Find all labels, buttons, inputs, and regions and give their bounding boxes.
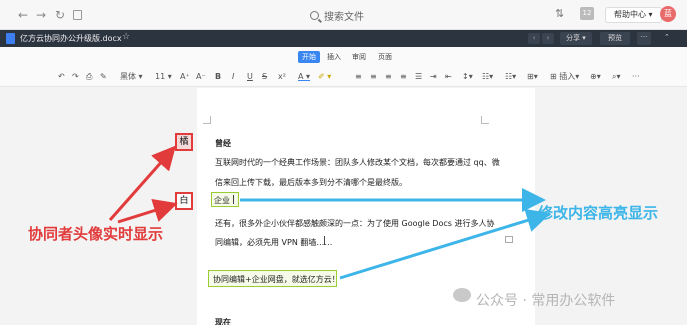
annotation-collaborator-avatars: 协同者头像实时显示 xyxy=(28,225,164,243)
highlighted-text: 协同编辑+企业网盘，就选亿方云！ xyxy=(213,275,340,284)
user-avatar[interactable]: 蓝 xyxy=(660,6,676,22)
print-icon[interactable]: ⎙ xyxy=(86,72,92,82)
line-spacing-icon[interactable]: ↕▾ xyxy=(462,72,473,82)
forward-icon[interactable]: → xyxy=(36,8,46,22)
font-value: 黑体 xyxy=(120,72,136,81)
document-title-bar: 亿方云协同办公升级版.docx ☆ ‹ › 分享 ▾ 预览 ··· ⌃ xyxy=(0,30,687,47)
search-icon xyxy=(310,11,319,20)
insert-menu[interactable]: ⊞ 插入▾ xyxy=(550,72,579,82)
preview-button[interactable]: 预览 xyxy=(600,32,630,45)
paragraph-line: 信来回上传下载，最后版本多到分不清哪个是最终版。 xyxy=(215,178,407,187)
annotation-highlight-changes: 修改内容高亮显示 xyxy=(538,204,659,222)
tab-home[interactable]: 开始 xyxy=(298,51,320,63)
heading-past: 曾经 xyxy=(215,139,231,148)
search-placeholder: 搜索文件 xyxy=(324,12,364,23)
highlighted-edit: 协同编辑+企业网盘，就选亿方云！ xyxy=(208,270,340,287)
align-justify-icon[interactable]: ≡ xyxy=(400,72,407,82)
align-right-icon[interactable]: ≡ xyxy=(385,72,392,82)
home-icon[interactable] xyxy=(73,10,82,20)
underline-icon[interactable]: U xyxy=(247,72,253,82)
highlight-color-icon[interactable]: ✐ ▾ xyxy=(318,72,331,82)
align-center-icon[interactable]: ≡ xyxy=(370,72,377,82)
margin-corner-top-right xyxy=(481,116,489,124)
more-button[interactable]: ··· xyxy=(637,32,651,45)
highlighted-text: 企业 xyxy=(214,196,230,205)
size-select[interactable]: 11 ▾ xyxy=(155,72,172,82)
size-value: 11 xyxy=(155,72,166,81)
word-doc-icon xyxy=(6,33,15,44)
font-select[interactable]: 黑体 ▾ xyxy=(120,72,143,82)
margin-corner-top-left xyxy=(203,116,211,124)
red-arrow xyxy=(108,145,176,221)
paragraph-line: 互联网时代的一个经典工作场景：团队多人修改某个文档，每次都要通过 qq、微 xyxy=(215,158,500,167)
refresh-icon[interactable]: ↻ xyxy=(55,8,65,22)
wechat-icon xyxy=(453,288,471,302)
share-label: 分享 xyxy=(566,34,580,42)
distributed-icon[interactable]: ☰ xyxy=(415,72,422,82)
paragraph-line: 同编辑，必须先用 VPN 翻墙…… xyxy=(215,238,333,247)
tab-review[interactable]: 审阅 xyxy=(348,51,370,63)
comment-icon[interactable] xyxy=(505,236,513,243)
collaborator-avatar[interactable]: 橘 xyxy=(175,133,193,151)
align-left-icon[interactable]: ≡ xyxy=(355,72,362,82)
redo-icon[interactable]: ↷ xyxy=(72,72,79,82)
bold-icon[interactable]: B xyxy=(215,72,221,82)
collapse-icon[interactable]: ⌃ xyxy=(664,33,670,41)
bullet-list-icon[interactable]: ☷▾ xyxy=(482,72,493,82)
undo-icon[interactable]: ↶ xyxy=(58,72,65,82)
table-icon[interactable]: ⊞▾ xyxy=(527,72,538,82)
document-title: 亿方云协同办公升级版.docx xyxy=(20,34,122,43)
ribbon-tabs: 开始 插入 审阅 页面 xyxy=(0,47,687,67)
red-arrow xyxy=(117,198,178,224)
superscript-icon[interactable]: x² xyxy=(278,72,286,82)
font-color-icon[interactable]: A ▾ xyxy=(298,72,310,82)
star-icon[interactable]: ☆ xyxy=(122,32,130,42)
browser-top-bar: ← → ↻ 搜索文件 ⇅ 12 帮助中心 ▾ 蓝 xyxy=(0,0,687,30)
shrink-font-icon[interactable]: A⁻ xyxy=(196,72,206,82)
search-input[interactable]: 搜索文件 xyxy=(310,8,364,23)
text-caret xyxy=(324,236,325,245)
strikethrough-icon[interactable]: S xyxy=(262,72,267,82)
tab-page[interactable]: 页面 xyxy=(374,51,396,63)
collaborator-avatar[interactable]: 白 xyxy=(175,192,193,210)
numbered-list-icon[interactable]: ☷▾ xyxy=(505,72,516,82)
italic-icon[interactable]: I xyxy=(232,72,234,82)
grow-font-icon[interactable]: A⁺ xyxy=(180,72,190,82)
notification-badge[interactable]: 12 xyxy=(580,7,594,20)
help-label: 帮助中心 xyxy=(614,10,646,19)
share-button[interactable]: 分享 ▾ xyxy=(560,32,592,45)
zoom-icon[interactable]: ⊕▾ xyxy=(590,72,601,82)
tab-insert[interactable]: 插入 xyxy=(323,51,345,63)
next-icon[interactable]: › xyxy=(542,33,554,44)
format-painter-icon[interactable]: ✎ xyxy=(100,72,107,82)
heading-now: 现在 xyxy=(215,318,231,325)
sort-icon[interactable]: ⇅ xyxy=(555,7,564,20)
more-tools-icon[interactable]: ··· xyxy=(632,72,640,82)
outdent-icon[interactable]: ⇤ xyxy=(445,72,452,82)
back-icon[interactable]: ← xyxy=(18,8,28,22)
text-caret xyxy=(233,195,234,204)
help-center-button[interactable]: 帮助中心 ▾ xyxy=(605,7,662,23)
watermark-text: 公众号 · 常用办公软件 xyxy=(476,293,616,309)
format-toolbar: ↶ ↷ ⎙ ✎ 黑体 ▾ 11 ▾ A⁺ A⁻ B I U S x² A ▾ ✐… xyxy=(0,67,687,87)
find-icon[interactable]: ⌕▾ xyxy=(612,72,621,82)
highlighted-edit: 企业 xyxy=(211,192,239,207)
indent-icon[interactable]: ⇥ xyxy=(430,72,437,82)
paragraph-line: 还有，很多外企小伙伴都感触颇深的一点：为了使用 Google Docs 进行多人… xyxy=(215,219,495,228)
insert-label: 插入 xyxy=(559,72,576,81)
prev-icon[interactable]: ‹ xyxy=(528,33,540,44)
